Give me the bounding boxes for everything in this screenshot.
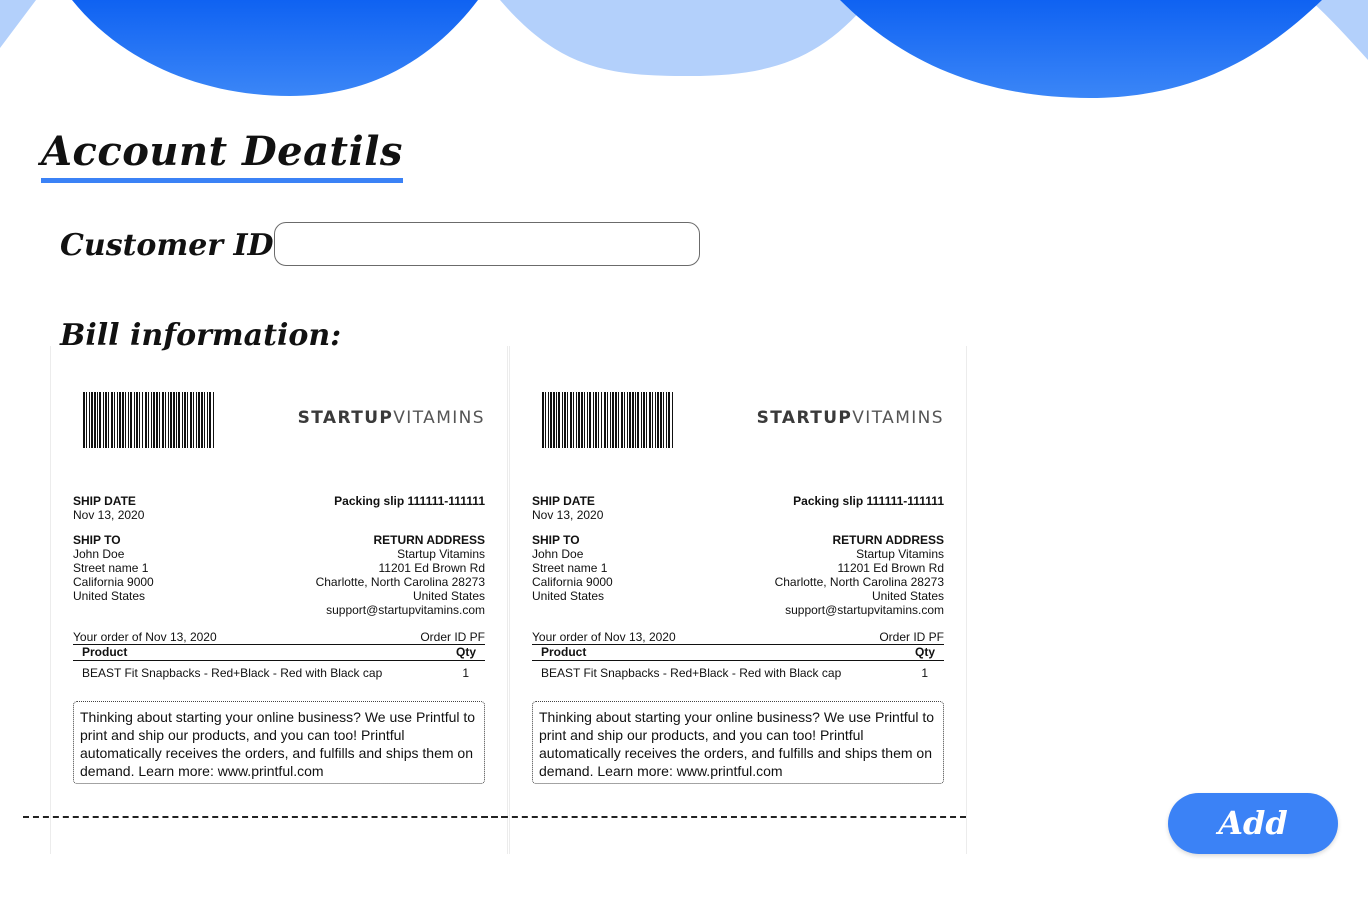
return-address-line: United States xyxy=(871,589,944,603)
packing-slip-number: Packing slip 111111-111111 xyxy=(334,494,485,508)
product-qty: 1 xyxy=(462,666,469,680)
cut-line xyxy=(482,816,966,818)
order-date-text: Your order of Nov 13, 2020 xyxy=(532,630,676,644)
wave-dark-left xyxy=(72,0,478,96)
qty-column-header: Qty xyxy=(455,645,476,659)
return-address-label: RETURN ADDRESS xyxy=(373,533,485,547)
product-qty: 1 xyxy=(921,666,928,680)
wave-light-right xyxy=(1310,0,1368,60)
packing-slip-number: Packing slip 111111-111111 xyxy=(793,494,944,508)
product-name: BEAST Fit Snapbacks - Red+Black - Red wi… xyxy=(541,666,842,680)
ship-to-line: United States xyxy=(73,589,146,603)
return-address-line: 11201 Ed Brown Rd xyxy=(837,561,944,575)
ship-date-label: SHIP DATE xyxy=(532,494,595,508)
packing-slip-2: STARTUPVITAMINS SHIP DATE Nov 13, 2020 S… xyxy=(482,346,967,854)
order-id: Order ID PF xyxy=(420,630,485,644)
brand-logo: STARTUPVITAMINS xyxy=(757,408,944,428)
promo-box: Thinking about starting your online busi… xyxy=(532,701,944,784)
ship-to-line: Street name 1 xyxy=(73,561,149,575)
return-info: Packing slip 111111-111111 RETURN ADDRES… xyxy=(245,494,485,617)
ship-to-line: United States xyxy=(532,589,605,603)
brand-logo-bold: STARTUP xyxy=(756,408,853,428)
return-info: Packing slip 111111-111111 RETURN ADDRES… xyxy=(704,494,944,617)
ship-to-line: California 9000 xyxy=(73,575,154,589)
product-name: BEAST Fit Snapbacks - Red+Black - Red wi… xyxy=(82,666,383,680)
ship-date-value: Nov 13, 2020 xyxy=(73,508,145,522)
return-address-line: Charlotte, North Carolina 28273 xyxy=(315,575,485,589)
order-line: Your order of Nov 13, 2020 Order ID PF xyxy=(532,630,944,645)
ship-to-line: California 9000 xyxy=(532,575,613,589)
ship-to-line: John Doe xyxy=(73,547,125,561)
product-table-header: Product Qty xyxy=(532,645,944,661)
wave-dark-right xyxy=(840,0,1322,98)
product-column-header: Product xyxy=(82,645,128,659)
page-title: Account Deatils xyxy=(41,128,403,183)
brand-logo-bold: STARTUP xyxy=(297,408,394,428)
ship-to-line: John Doe xyxy=(532,547,584,561)
return-address-line: Startup Vitamins xyxy=(397,547,485,561)
ship-date-value: Nov 13, 2020 xyxy=(532,508,604,522)
header-wave-decoration xyxy=(0,0,1368,98)
brand-logo-light: VITAMINS xyxy=(393,408,485,428)
order-id: Order ID PF xyxy=(879,630,944,644)
ship-info: SHIP DATE Nov 13, 2020 SHIP TO John Doe … xyxy=(73,494,273,603)
packing-slip-1: STARTUPVITAMINS SHIP DATE Nov 13, 2020 S… xyxy=(23,346,508,854)
wave-light-middle xyxy=(500,0,870,76)
barcode-image xyxy=(83,392,214,448)
ship-to-label: SHIP TO xyxy=(73,533,121,547)
table-row: BEAST Fit Snapbacks - Red+Black - Red wi… xyxy=(532,666,944,682)
return-address-line: Startup Vitamins xyxy=(856,547,944,561)
brand-logo-light: VITAMINS xyxy=(852,408,944,428)
customer-id-input[interactable] xyxy=(274,222,700,266)
ship-to-line: Street name 1 xyxy=(532,561,608,575)
ship-to-label: SHIP TO xyxy=(532,533,580,547)
order-date-text: Your order of Nov 13, 2020 xyxy=(73,630,217,644)
brand-logo: STARTUPVITAMINS xyxy=(298,408,485,428)
ship-date-label: SHIP DATE xyxy=(73,494,136,508)
return-address-line: Charlotte, North Carolina 28273 xyxy=(774,575,944,589)
table-row: BEAST Fit Snapbacks - Red+Black - Red wi… xyxy=(73,666,485,682)
promo-box: Thinking about starting your online busi… xyxy=(73,701,485,784)
customer-id-label: Customer ID: xyxy=(60,228,285,263)
product-table-header: Product Qty xyxy=(73,645,485,661)
add-button[interactable]: Add xyxy=(1168,793,1338,854)
qty-column-header: Qty xyxy=(914,645,935,659)
return-address-line: 11201 Ed Brown Rd xyxy=(378,561,485,575)
product-column-header: Product xyxy=(541,645,587,659)
cut-line xyxy=(23,816,507,818)
ship-info: SHIP DATE Nov 13, 2020 SHIP TO John Doe … xyxy=(532,494,732,603)
return-address-line: United States xyxy=(412,589,485,603)
barcode-image xyxy=(542,392,673,448)
order-line: Your order of Nov 13, 2020 Order ID PF xyxy=(73,630,485,645)
return-email: support@startupvitamins.com xyxy=(785,603,944,617)
return-address-label: RETURN ADDRESS xyxy=(832,533,944,547)
return-email: support@startupvitamins.com xyxy=(326,603,485,617)
wave-light-left xyxy=(0,0,36,48)
